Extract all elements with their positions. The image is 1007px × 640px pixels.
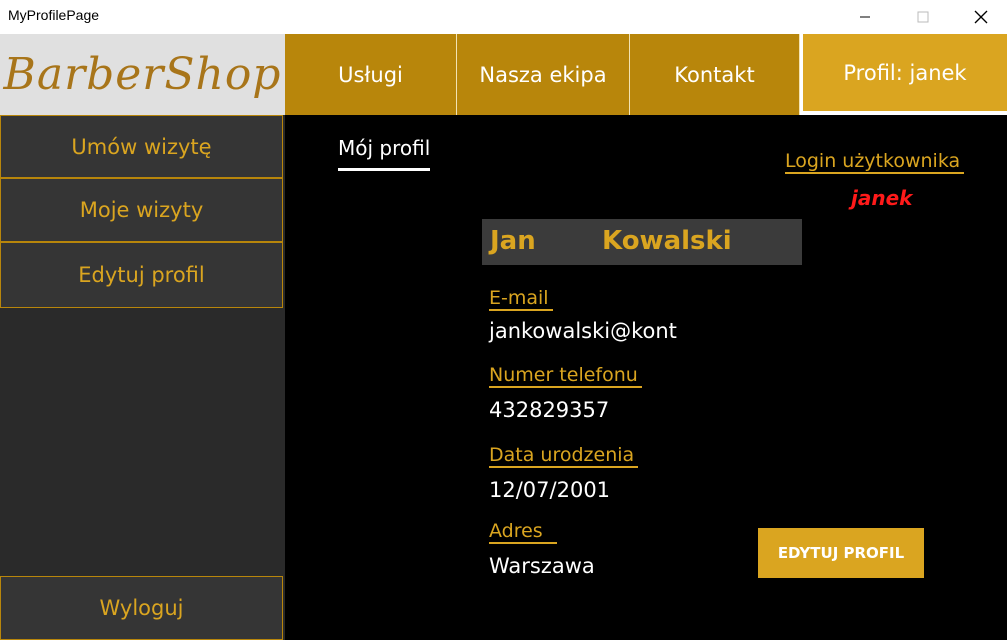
close-icon — [974, 10, 988, 24]
maximize-button[interactable] — [894, 0, 952, 34]
birthdate-value: 12/07/2001 — [489, 478, 611, 502]
phone-value: 432829357 — [489, 398, 610, 422]
maximize-icon — [917, 11, 929, 23]
edit-profile-button[interactable]: EDYTUJ PROFIL — [758, 528, 924, 578]
tab-moj-profil[interactable]: Mój profil — [338, 136, 431, 171]
nav-uslugi[interactable]: Usługi — [285, 34, 457, 115]
nav-profil[interactable]: Profil: janek — [800, 34, 1007, 115]
address-value: Warszawa — [489, 554, 595, 578]
login-value: janek — [851, 186, 913, 210]
minimize-icon — [860, 16, 870, 18]
logo-text: BarberShop — [3, 49, 282, 100]
sidebar-item-umow-wizyte[interactable]: Umów wizytę — [0, 115, 283, 178]
nav-nasza-ekipa[interactable]: Nasza ekipa — [457, 34, 630, 115]
address-label: Adres — [489, 520, 557, 544]
birthdate-label: Data urodzenia — [489, 444, 639, 468]
email-label: E-mail — [489, 287, 553, 311]
email-value: jankowalski@kont — [489, 319, 677, 343]
sidebar-item-wyloguj[interactable]: Wyloguj — [0, 576, 283, 640]
sidebar-item-moje-wizyty[interactable]: Moje wizyty — [0, 178, 283, 242]
sidebar-item-edytuj-profil[interactable]: Edytuj profil — [0, 242, 283, 308]
phone-label: Numer telefonu — [489, 364, 642, 388]
window-title: MyProfilePage — [8, 7, 100, 23]
close-button[interactable] — [952, 0, 1007, 34]
logo: BarberShop — [0, 34, 285, 115]
login-label: Login użytkownika — [785, 150, 965, 174]
nav-kontakt[interactable]: Kontakt — [630, 34, 800, 115]
first-name: Jan — [490, 226, 536, 256]
last-name: Kowalski — [602, 226, 732, 256]
minimize-button[interactable] — [836, 0, 894, 34]
